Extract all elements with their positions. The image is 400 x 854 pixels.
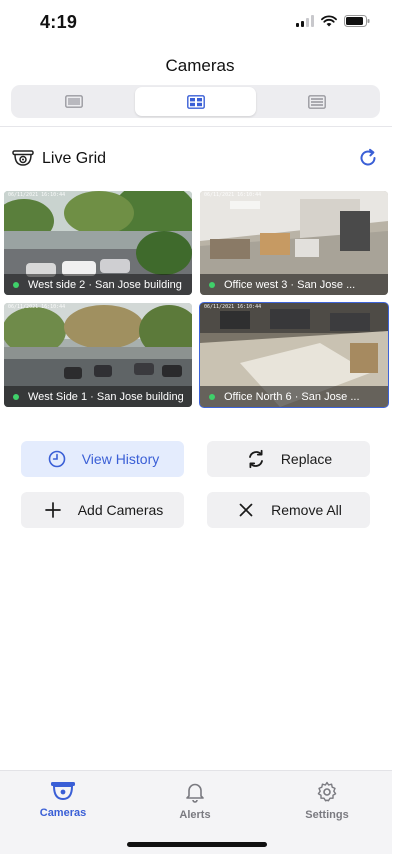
tab-alerts[interactable]: Alerts xyxy=(145,781,245,821)
home-indicator xyxy=(127,842,267,847)
camera-tile[interactable]: 06/11/2021 16:10:44 West Side 1 · San Jo… xyxy=(4,303,192,407)
online-status-dot xyxy=(13,393,19,400)
replace-icon xyxy=(245,449,267,469)
view-mode-single[interactable] xyxy=(13,87,135,116)
online-status-dot xyxy=(209,281,215,288)
tab-label: Alerts xyxy=(179,809,211,821)
refresh-icon xyxy=(360,148,376,166)
status-icons xyxy=(296,15,370,27)
camera-caption: Office west 3 · San Jose ... xyxy=(200,274,388,295)
online-status-dot xyxy=(209,393,215,400)
status-time: 4:19 xyxy=(40,12,78,32)
grid-view-icon xyxy=(186,94,205,109)
camera-tile[interactable]: 06/11/2021 16:10:44 Office west 3 · San … xyxy=(200,191,388,295)
cellular-signal-icon xyxy=(296,15,314,27)
camera-timestamp: 06/11/2021 16:10:44 xyxy=(8,192,66,198)
camera-caption: Office North 6 · San Jose ... xyxy=(200,386,388,407)
status-bar: 4:19 xyxy=(0,0,400,46)
camera-icon xyxy=(51,782,75,801)
wifi-icon xyxy=(321,15,337,27)
tab-cameras[interactable]: Cameras xyxy=(13,781,113,819)
camera-timestamp: 06/11/2021 16:10:44 xyxy=(204,304,262,310)
page-title: Cameras xyxy=(165,56,235,75)
remove-all-button[interactable]: Remove All xyxy=(207,492,370,528)
refresh-button[interactable] xyxy=(358,148,378,173)
camera-caption: West Side 1 · San Jose building xyxy=(4,386,192,407)
add-cameras-label: Add Cameras xyxy=(77,502,164,518)
camera-timestamp: 06/11/2021 16:10:44 xyxy=(8,304,66,310)
camera-tile-selected[interactable]: 06/11/2021 16:10:44 Office North 6 · San… xyxy=(199,302,389,408)
live-grid-header: Live Grid xyxy=(12,146,380,172)
close-icon xyxy=(235,503,257,517)
clock-icon xyxy=(46,450,68,468)
view-history-button[interactable]: View History xyxy=(21,441,184,477)
list-view-icon xyxy=(308,94,327,109)
tab-label: Settings xyxy=(305,809,349,821)
camera-label: Office North 6 · San Jose ... xyxy=(224,390,360,403)
camera-label: Office west 3 · San Jose ... xyxy=(224,278,356,291)
gear-icon xyxy=(317,781,337,802)
camera-caption: West side 2 · San Jose building xyxy=(4,274,192,295)
view-mode-list[interactable] xyxy=(256,87,378,116)
view-mode-grid[interactable] xyxy=(134,87,257,116)
plus-icon xyxy=(42,502,64,518)
view-mode-segmented-control xyxy=(11,85,380,118)
tab-label: Cameras xyxy=(39,807,87,819)
bell-icon xyxy=(186,783,204,803)
remove-all-label: Remove All xyxy=(271,502,342,518)
add-cameras-button[interactable]: Add Cameras xyxy=(21,492,184,528)
camera-timestamp: 06/11/2021 16:10:44 xyxy=(204,192,262,198)
single-view-icon xyxy=(64,95,83,108)
camera-label: West Side 1 · San Jose building xyxy=(28,390,184,403)
replace-label: Replace xyxy=(280,451,333,467)
replace-button[interactable]: Replace xyxy=(207,441,370,477)
online-status-dot xyxy=(13,281,19,288)
camera-label: West side 2 · San Jose building xyxy=(28,278,182,291)
battery-icon xyxy=(344,15,370,27)
camera-tile[interactable]: 06/11/2021 16:10:44 West side 2 · San Jo… xyxy=(4,191,192,295)
view-history-label: View History xyxy=(81,451,160,467)
section-title: Live Grid xyxy=(42,150,107,167)
dome-camera-icon xyxy=(12,150,34,166)
header-divider xyxy=(0,126,392,127)
tab-settings[interactable]: Settings xyxy=(277,781,377,821)
